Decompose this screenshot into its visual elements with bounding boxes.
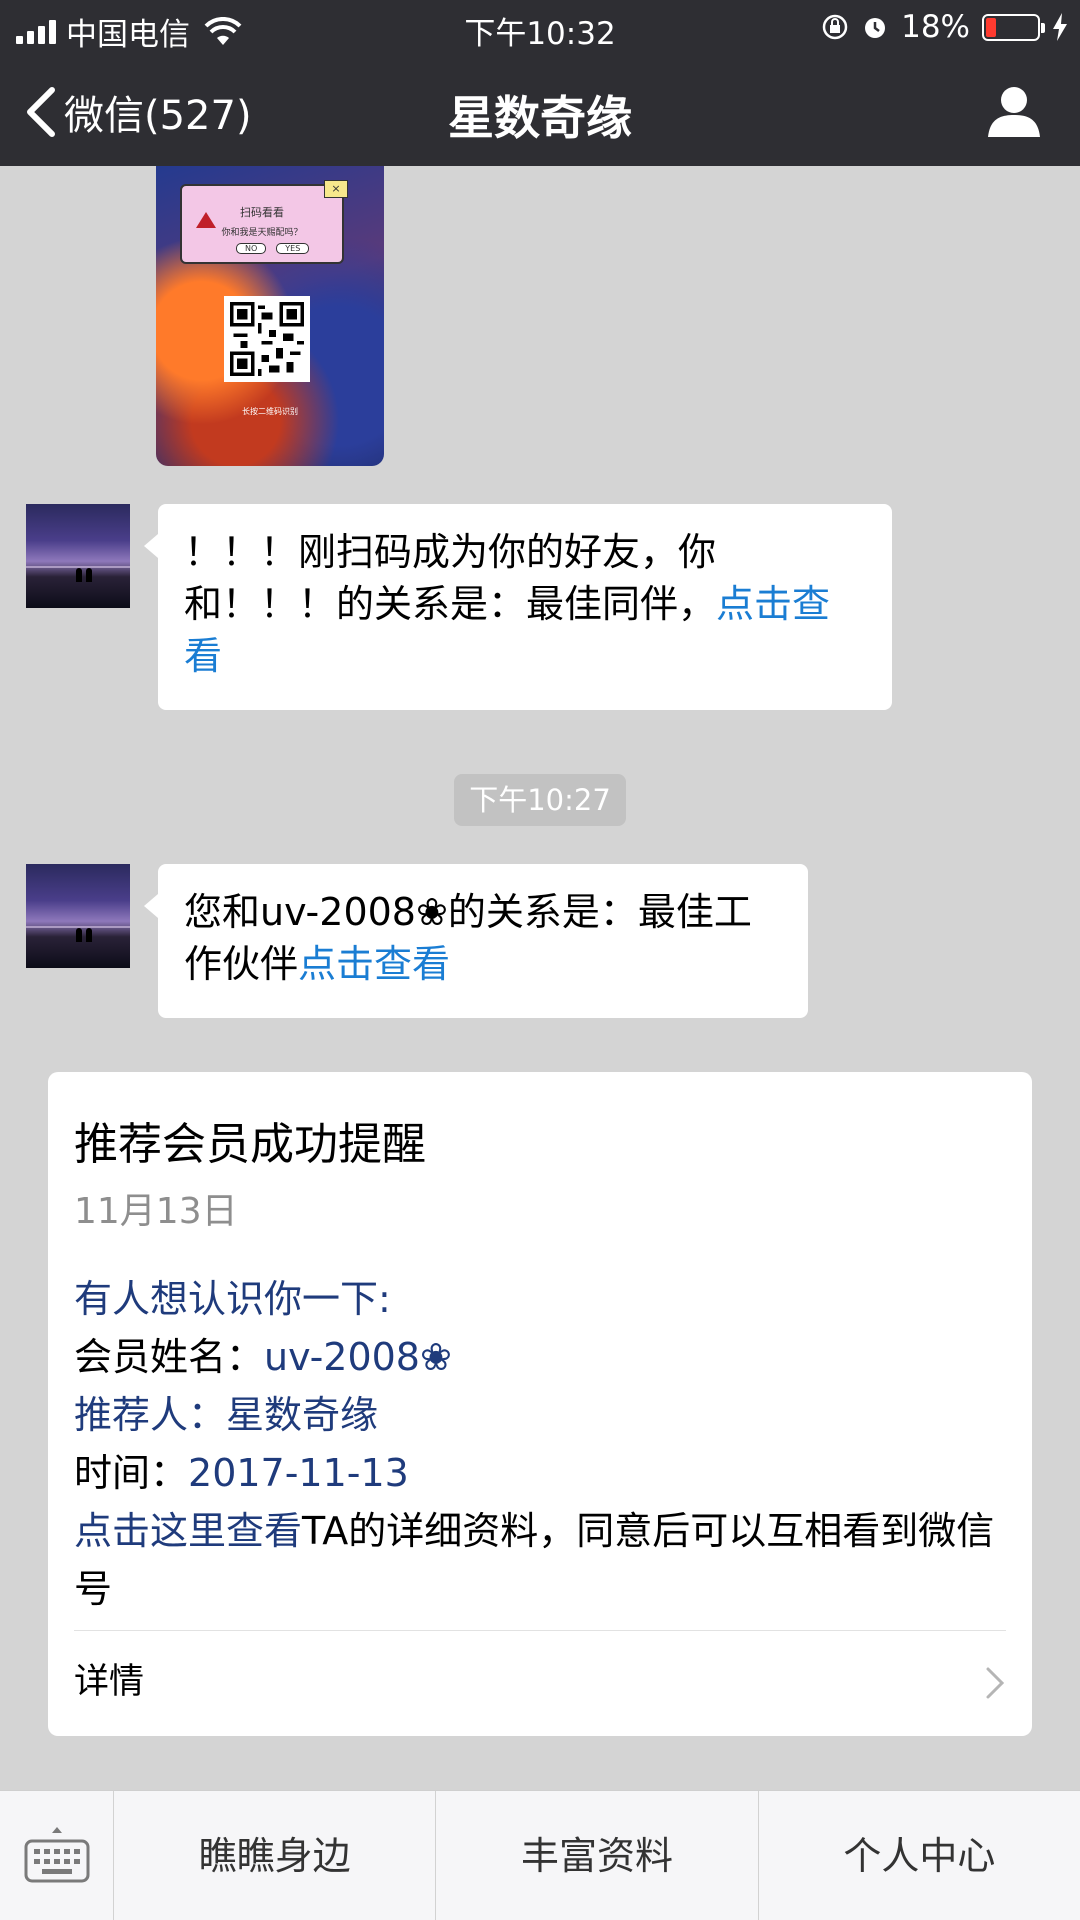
card-name-row: 会员姓名：uv-2008❀ [74,1328,1004,1386]
timestamp-pill: 下午10:27 [454,774,626,826]
card-footer-text: 点击这里查看TA的详细资料，同意后可以互相看到微信号 [74,1502,1004,1618]
card-referrer-label: 推荐人： [74,1393,227,1437]
message-text: 您和uv-2008 [184,890,416,934]
card-referrer-value: 星数奇缘 [226,1393,379,1437]
menu-item-personal-center[interactable]: 个人中心 [759,1791,1080,1920]
card-detail-label[interactable]: 详情 [74,1652,144,1712]
battery-percent: 18% [901,9,970,45]
card-time-row: 时间：2017-11-13 [74,1444,1004,1502]
battery-icon [982,13,1045,41]
message-text: ！！！刚扫码成为你的好友，你和！！！的关系是：最佳同伴， [184,530,717,626]
message-bubble[interactable]: ！！！刚扫码成为你的好友，你和！！！的关系是：最佳同伴，点击查看 [144,504,892,710]
card-name-value: uv-2008 [264,1335,420,1379]
avatar[interactable] [26,864,130,968]
card-title: 推荐会员成功提醒 [74,1119,426,1170]
card-name-label: 会员姓名： [74,1335,265,1379]
view-link[interactable]: 点击查看 [298,942,450,986]
menu-item-nearby[interactable]: 瞧瞧身边 [114,1791,437,1920]
warning-icon [196,212,216,228]
keyboard-icon [24,1827,90,1883]
bottom-menu: 瞧瞧身边 丰富资料 个人中心 [0,1790,1080,1920]
card-footer-link[interactable]: 点击这里查看 [74,1509,302,1553]
flower-emoji-icon: ❀ [420,1335,452,1379]
poster-no: NO [236,243,267,254]
keyboard-toggle-button[interactable] [0,1791,114,1920]
poster-yes: YES [276,243,310,254]
message-bubble[interactable]: 您和uv-2008❀的关系是：最佳工作伙伴点击查看 [144,864,808,1018]
card-time-label: 时间： [74,1451,189,1495]
nav-bar: 微信(527) 星数奇缘 [0,55,1080,166]
qr-code [224,296,310,382]
card-time-value: 2017-11-13 [188,1451,409,1495]
chat-title: 星数奇缘 [448,91,632,145]
poster-caption: 长按二维码识别 [242,407,298,416]
menu-item-profile-data[interactable]: 丰富资料 [436,1791,759,1920]
profile-icon[interactable] [986,83,1042,139]
poster-dialog: × 扫码看看 你和我是天赐配吗？ NO YES [180,180,348,264]
card-intro: 有人想认识你一下: [74,1277,391,1321]
avatar[interactable] [26,504,130,608]
card-body: 有人想认识你一下: 会员姓名：uv-2008❀ 推荐人：星数奇缘 时间：2017… [74,1270,1004,1618]
chevron-right-icon [986,1667,1005,1699]
rotation-lock-icon [822,14,848,40]
flower-emoji-icon: ❀ [415,890,448,934]
qr-poster-image[interactable]: × 扫码看看 你和我是天赐配吗？ NO YES 长按二维码识别 [156,166,384,466]
charging-icon [1053,13,1067,41]
card-referrer-row: 推荐人：星数奇缘 [74,1386,1004,1444]
card-divider [74,1630,1006,1631]
status-right: 18% [821,9,1068,45]
alarm-icon [865,18,886,38]
notification-card[interactable]: 推荐会员成功提醒 11月13日 有人想认识你一下: 会员姓名：uv-2008❀ … [48,1072,1032,1736]
chat-area[interactable]: × 扫码看看 你和我是天赐配吗？ NO YES 长按二维码识别 ！！！刚扫码成为… [0,166,1080,1790]
close-icon: × [324,180,348,198]
card-date: 11月13日 [74,1191,238,1232]
status-bar: 中国电信 下午10:32 18% [0,0,1080,55]
